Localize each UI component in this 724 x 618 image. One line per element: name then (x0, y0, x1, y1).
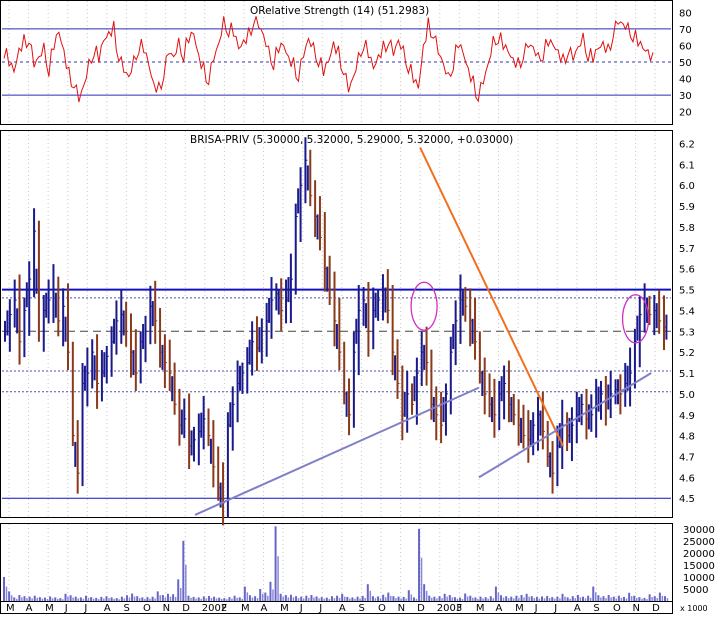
price-y-tick: 5.5 (679, 286, 695, 297)
x-tick-label: J (299, 603, 303, 614)
price-y-tick: 5.7 (679, 244, 695, 255)
price-y-tick: 5.8 (679, 223, 695, 234)
rsi-y-tick: 60 (679, 41, 692, 52)
price-y-tick: 6.1 (679, 160, 695, 171)
rsi-y-tick: 30 (679, 91, 692, 102)
price-y-tick: 5.3 (679, 327, 695, 338)
x-tick-label: O (613, 603, 621, 614)
price-y-tick: 5.0 (679, 390, 695, 401)
x-tick-label: A (104, 603, 111, 614)
x-tick-label: A (26, 603, 33, 614)
y-tick-labels: 20 30 40 50 60 70 80 4.5 4.6 4.7 4.8 4.9 5.0 5.1 5.2 5.… (679, 8, 715, 596)
volume-panel (0, 523, 673, 602)
x-tick-label: D (652, 603, 660, 614)
x-tick-label: F (456, 603, 462, 614)
price-y-tick: 4.9 (679, 411, 695, 422)
price-y-tick: 6.0 (679, 181, 695, 192)
rsi-title: ORelative Strength (14) (51.2983) (250, 5, 429, 17)
x-axis-strip (0, 601, 673, 614)
price-y-tick: 5.9 (679, 202, 695, 213)
x-tick-label: M (45, 603, 54, 614)
x-tick-label: J (553, 603, 557, 614)
x-tick-label: O (378, 603, 386, 614)
rsi-y-tick: 40 (679, 75, 692, 86)
x-tick-label: J (64, 603, 68, 614)
chart-canvas: 20 30 40 50 60 70 80 4.5 4.6 4.7 4.8 4.9 5.0 5.1 5.2 5.… (0, 0, 724, 614)
x-tick-label: F (221, 603, 227, 614)
rsi-y-tick: 70 (679, 25, 692, 36)
price-y-tick: 4.5 (679, 494, 695, 505)
x-tick-label: S (358, 603, 364, 614)
x-tick-label: J (318, 603, 322, 614)
volume-y-tick: 10000 (683, 573, 715, 584)
price-title: BRISA-PRIV (5.30000, 5.32000, 5.29000, 5… (190, 134, 513, 146)
volume-y-tick: 25000 (683, 537, 715, 548)
price-y-tick: 6.2 (679, 140, 695, 151)
volume-y-tick: 30000 (683, 525, 715, 536)
rsi-y-tick: 80 (679, 8, 692, 19)
x-tick-label: N (163, 603, 170, 614)
price-y-tick: 5.1 (679, 369, 695, 380)
volume-y-tick: 15000 (683, 561, 715, 572)
x-tick-label: A (339, 603, 346, 614)
price-y-tick: 4.7 (679, 452, 695, 463)
price-y-tick: 4.6 (679, 473, 695, 484)
x-tick-label: S (593, 603, 599, 614)
rsi-y-tick: 20 (679, 108, 692, 119)
x-tick-label: A (261, 603, 268, 614)
x-tick-label: A (496, 603, 503, 614)
x-tick-label: A (574, 603, 581, 614)
x-tick-label: D (182, 603, 190, 614)
volume-y-tick: 20000 (683, 549, 715, 560)
x-tick-label: J (534, 603, 538, 614)
price-y-tick: 4.8 (679, 432, 695, 443)
volume-y-tick: 5000 (683, 585, 708, 596)
x-tick-label: S (123, 603, 129, 614)
rsi-y-tick: 50 (679, 58, 692, 69)
x-tick-label: M (6, 603, 15, 614)
price-y-tick: 5.2 (679, 348, 695, 359)
price-y-tick: 5.6 (679, 265, 695, 276)
x-tick-label: N (398, 603, 405, 614)
x-tick-label: O (143, 603, 151, 614)
x-tick-label: M (476, 603, 485, 614)
x-tick-label: M (280, 603, 289, 614)
technical-chart: 20 30 40 50 60 70 80 4.5 4.6 4.7 4.8 4.9 5.0 5.1 5.2 5.… (0, 0, 715, 614)
x-tick-label: J (83, 603, 87, 614)
x-tick-label: D (417, 603, 425, 614)
volume-multiplier: x 1000 (680, 604, 708, 613)
price-y-tick: 5.4 (679, 306, 695, 317)
x-tick-label: N (633, 603, 640, 614)
x-tick-label: M (515, 603, 524, 614)
x-tick-label: M (241, 603, 250, 614)
rsi-panel (0, 0, 673, 125)
